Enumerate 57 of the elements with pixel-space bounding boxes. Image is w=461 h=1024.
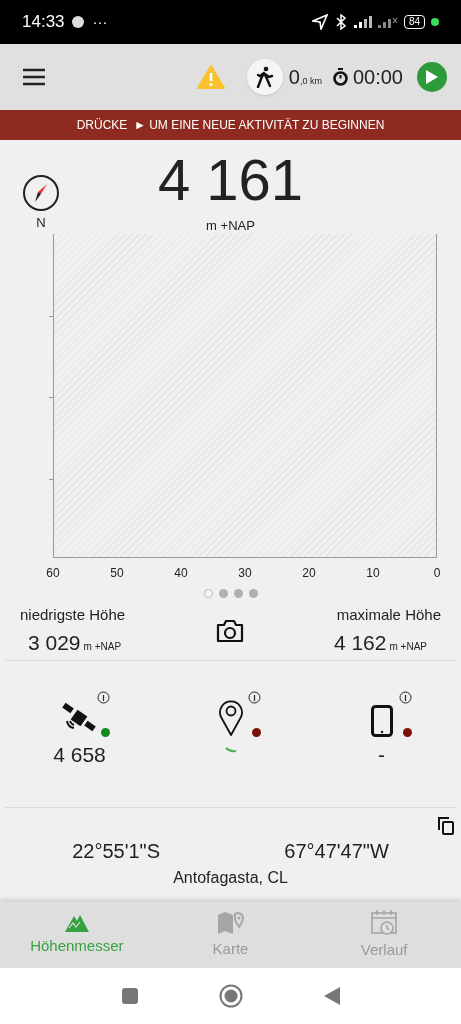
walking-person-icon <box>254 66 275 88</box>
menu-icon <box>22 68 46 86</box>
axis-label: 30 <box>238 565 252 583</box>
axis-label: 10 <box>366 565 380 583</box>
axis-label: 50 <box>110 565 124 583</box>
info-icon[interactable] <box>247 691 261 705</box>
altitude-unit: m +NAP <box>206 217 255 235</box>
nav-tab[interactable]: Höhenmesser <box>0 902 154 968</box>
status-time: 14:33 <box>22 11 65 34</box>
sensor-reading: - <box>378 742 385 769</box>
notification-icon <box>70 15 85 29</box>
signal-icon <box>353 16 374 28</box>
start-button[interactable] <box>417 62 447 92</box>
distance-value: 0 <box>288 65 300 90</box>
smartphone-icon <box>370 705 393 738</box>
recents-button[interactable] <box>120 987 139 1005</box>
axis-label: 40 <box>174 565 188 583</box>
stat-label: maximale Höhe <box>336 605 441 626</box>
altitude-value: 4 161 <box>157 148 304 212</box>
latitude-text: 22°55'1"S <box>72 839 160 865</box>
stopwatch-icon <box>331 68 349 86</box>
copy-icon[interactable] <box>437 816 455 837</box>
place-name: Antofagasta, CL <box>173 868 288 889</box>
location-arrow-icon <box>311 14 328 30</box>
distance-unit: ,0 km <box>299 76 322 88</box>
axis-label: 60 <box>46 565 60 583</box>
more-notifications: ··· <box>92 11 108 32</box>
stat-unit: m +NAP <box>389 639 427 654</box>
compass-direction: N <box>36 214 46 232</box>
compass-icon <box>22 174 60 212</box>
axis-label: 0 <box>433 565 441 583</box>
stat-value: 4 162 <box>333 629 387 656</box>
home-button[interactable] <box>218 984 243 1008</box>
stat-value: 3 029 <box>28 629 81 656</box>
bluetooth-icon <box>333 14 348 30</box>
longitude-text: 67°47'47"W <box>284 839 389 865</box>
signal-icon <box>377 16 398 28</box>
timer-text: 00:00 <box>352 65 403 90</box>
menu-button[interactable] <box>20 66 48 88</box>
nav-tab[interactable]: Karte <box>153 902 308 968</box>
calendar-clock-icon <box>370 908 399 937</box>
map-pin-icon <box>216 909 245 936</box>
axis-label: 20 <box>302 565 316 583</box>
camera-icon <box>214 619 245 644</box>
back-button[interactable] <box>322 986 341 1006</box>
sensor-reading: 4 658 <box>53 742 106 769</box>
location-pin-icon <box>217 699 244 738</box>
stat-unit: m +NAP <box>83 639 122 654</box>
camera-in-use-icon <box>431 18 439 26</box>
banner-text: DRÜCKE ► UM EINE NEUE AKTIVITÄT ZU BEGINNEN <box>76 117 385 134</box>
stat-label: niedrigste Höhe <box>20 605 126 626</box>
info-icon[interactable] <box>398 691 412 705</box>
battery-indicator: 84 <box>403 15 425 29</box>
activity-type-button[interactable] <box>246 59 283 95</box>
play-icon <box>425 69 439 85</box>
info-icon[interactable] <box>96 691 110 705</box>
nav-tab[interactable]: Verlauf <box>307 902 461 968</box>
